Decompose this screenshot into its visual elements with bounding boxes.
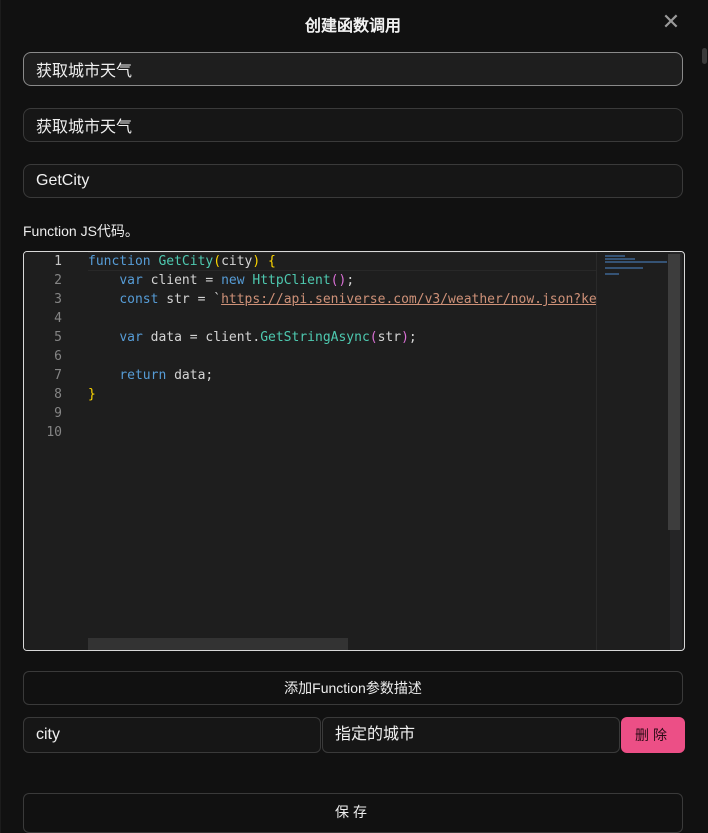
line-number: 6 bbox=[54, 349, 62, 364]
code-token: ( bbox=[213, 254, 222, 269]
code-token: ; bbox=[346, 273, 355, 288]
add-parameter-button[interactable]: 添加Function参数描述 bbox=[23, 671, 683, 705]
parameter-name-field[interactable]: city bbox=[23, 717, 321, 753]
parameter-description-field[interactable]: 指定的城市 bbox=[322, 717, 620, 753]
code-token: var bbox=[119, 273, 143, 288]
code-token: HttpClient bbox=[252, 273, 331, 288]
line-number: 8 bbox=[54, 387, 62, 402]
code-line[interactable]: function GetCity(city) { bbox=[88, 252, 276, 271]
function-name-input[interactable] bbox=[23, 164, 683, 198]
code-token: data; bbox=[166, 368, 214, 383]
code-token: () bbox=[330, 273, 347, 288]
dialog-scroll-thumb[interactable] bbox=[702, 48, 707, 64]
editor-vertical-scroll-thumb[interactable] bbox=[668, 254, 680, 530]
code-line[interactable]: } bbox=[88, 385, 96, 404]
code-editor[interactable]: 1 2 3 4 5 6 7 8 9 10 function GetCity(city) { var… bbox=[23, 251, 685, 651]
dialog-title: 创建函数调用 bbox=[304, 18, 401, 35]
dialog-scrollbar[interactable] bbox=[702, 0, 708, 833]
code-token: GetCity bbox=[158, 254, 214, 269]
code-token: function bbox=[88, 254, 159, 269]
line-number: 7 bbox=[54, 368, 62, 383]
code-token: https://api.seniverse.com/v3/weather/now… bbox=[221, 292, 596, 307]
code-token: GetStringAsync bbox=[260, 330, 370, 345]
code-line[interactable]: return data; bbox=[88, 366, 213, 385]
code-label: Function JS代码。 bbox=[23, 223, 139, 239]
code-line[interactable]: const str = `https://api.seniverse.com/v… bbox=[88, 290, 596, 309]
editor-vertical-scrollbar[interactable] bbox=[668, 252, 682, 650]
line-number: 9 bbox=[54, 406, 62, 421]
code-token: str bbox=[377, 330, 402, 345]
code-token: ) { bbox=[252, 254, 276, 269]
close-icon[interactable]: ✕ bbox=[659, 10, 683, 34]
save-button[interactable]: 保存 bbox=[23, 793, 683, 833]
line-number: 5 bbox=[54, 330, 62, 345]
line-number: 3 bbox=[54, 292, 62, 307]
code-token: ) bbox=[401, 330, 409, 345]
code-token: const bbox=[119, 292, 159, 307]
line-number: 2 bbox=[54, 273, 62, 288]
code-token: new bbox=[221, 273, 245, 288]
line-number-gutter: 1 2 3 4 5 6 7 8 9 10 bbox=[24, 252, 84, 650]
function-title-input[interactable] bbox=[23, 52, 683, 86]
code-token: } bbox=[88, 387, 96, 402]
code-token: data = client. bbox=[142, 330, 261, 345]
code-token: ( bbox=[369, 330, 378, 345]
delete-parameter-button[interactable]: 删除 bbox=[621, 717, 685, 753]
code-token: client = bbox=[142, 273, 222, 288]
line-number: 4 bbox=[54, 311, 62, 326]
code-token: city bbox=[221, 254, 253, 269]
code-token: str = ` bbox=[158, 292, 222, 307]
line-number: 1 bbox=[54, 254, 62, 269]
minimap[interactable] bbox=[596, 252, 671, 650]
create-function-dialog: 创建函数调用 ✕ Function JS代码。 1 2 3 4 5 6 7 8 9 10 func… bbox=[0, 0, 706, 833]
code-line[interactable]: var client = new HttpClient(); bbox=[88, 271, 354, 290]
code-token: ; bbox=[408, 330, 417, 345]
editor-horizontal-scroll-thumb[interactable] bbox=[88, 638, 348, 650]
line-number: 10 bbox=[46, 425, 62, 440]
code-token: return bbox=[119, 368, 167, 383]
code-line[interactable]: var data = client.GetStringAsync(str); bbox=[88, 328, 417, 347]
function-description-input[interactable] bbox=[23, 108, 683, 142]
code-token: var bbox=[119, 330, 143, 345]
code-content[interactable]: function GetCity(city) { var client = ne… bbox=[88, 252, 596, 650]
